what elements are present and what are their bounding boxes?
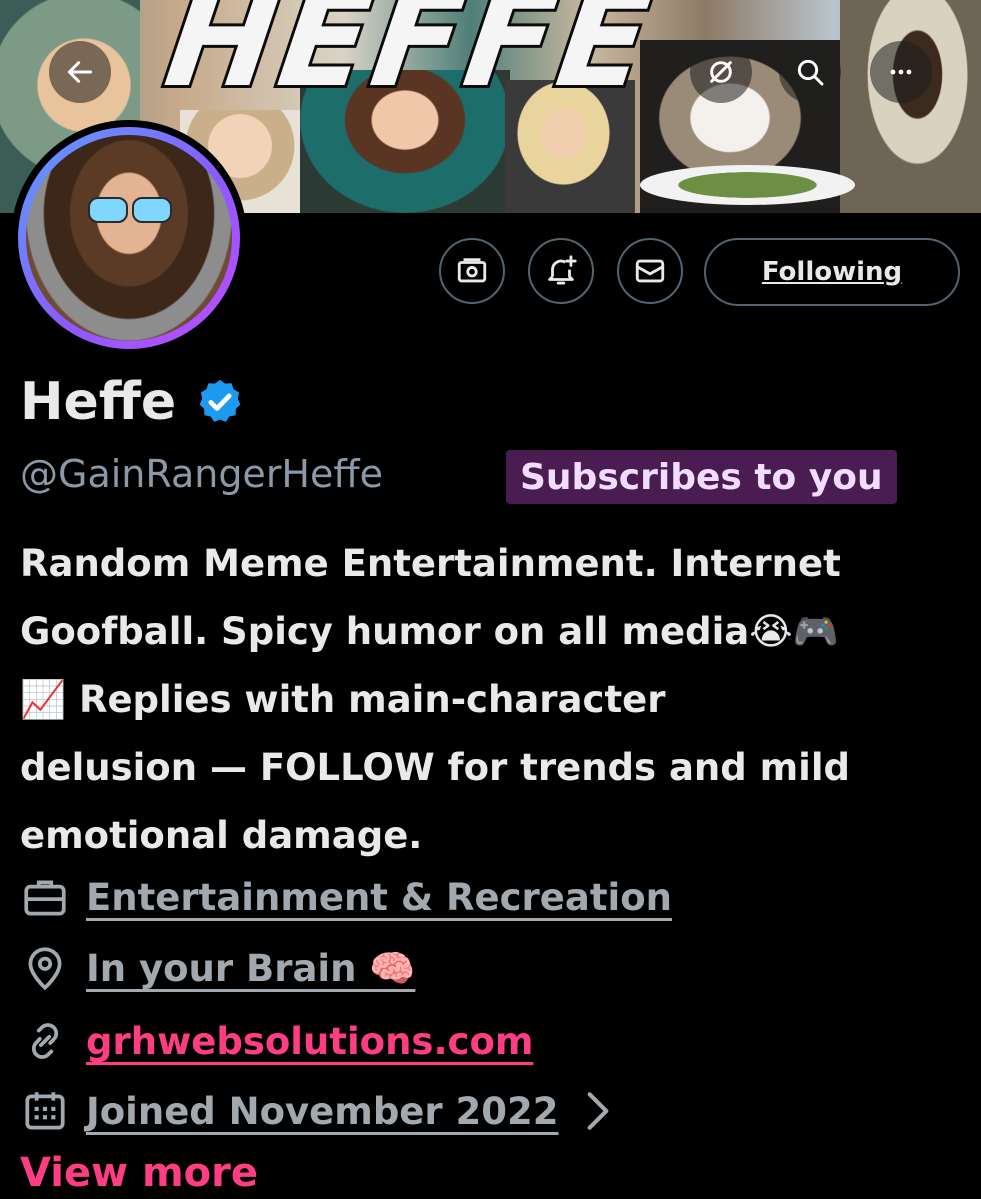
back-button[interactable]	[49, 41, 111, 103]
bell-plus-icon	[548, 255, 577, 285]
notify-button[interactable]	[528, 238, 594, 304]
bio: Random Meme Entertainment. Internet Goof…	[20, 542, 851, 857]
category-row[interactable]: Entertainment & Recreation	[20, 868, 672, 926]
more-button[interactable]	[870, 41, 932, 103]
grok-button[interactable]	[690, 41, 752, 103]
category-label: Entertainment & Recreation	[86, 875, 672, 919]
slash-circle-icon	[710, 61, 732, 83]
subscribe-button[interactable]	[439, 238, 505, 304]
money-icon	[457, 258, 487, 283]
display-name-row: Heffe	[20, 372, 246, 432]
joined-label: Joined November 2022	[86, 1089, 559, 1133]
website-row[interactable]: grhwebsolutions.com	[20, 1012, 533, 1070]
briefcase-icon	[24, 880, 66, 916]
avatar-photo	[26, 135, 232, 341]
search-button[interactable]	[779, 41, 841, 103]
calendar-icon	[25, 1092, 65, 1130]
handle: @GainRangerHeffe	[20, 452, 383, 496]
more-dots-icon	[890, 69, 912, 75]
message-button[interactable]	[617, 238, 683, 304]
display-name: Heffe	[20, 372, 177, 432]
location-pin-icon	[28, 947, 62, 991]
banner-title: HEFFE	[154, 0, 665, 119]
view-more-link[interactable]: View more	[20, 1150, 258, 1196]
arrow-left-icon	[67, 61, 93, 83]
subscribes-badge: Subscribes to you	[506, 450, 897, 504]
envelope-icon	[635, 259, 665, 283]
chevron-right-icon	[587, 1092, 608, 1130]
location-row[interactable]: In your Brain 🧠	[20, 940, 415, 998]
website-link[interactable]: grhwebsolutions.com	[86, 1020, 533, 1063]
verified-badge-icon[interactable]	[194, 376, 246, 428]
following-button[interactable]: Following	[704, 238, 960, 306]
location-label: In your Brain 🧠	[86, 947, 416, 990]
avatar[interactable]	[11, 120, 247, 356]
link-icon	[31, 1023, 59, 1059]
search-icon	[797, 59, 824, 86]
joined-row[interactable]: Joined November 2022	[20, 1082, 639, 1140]
